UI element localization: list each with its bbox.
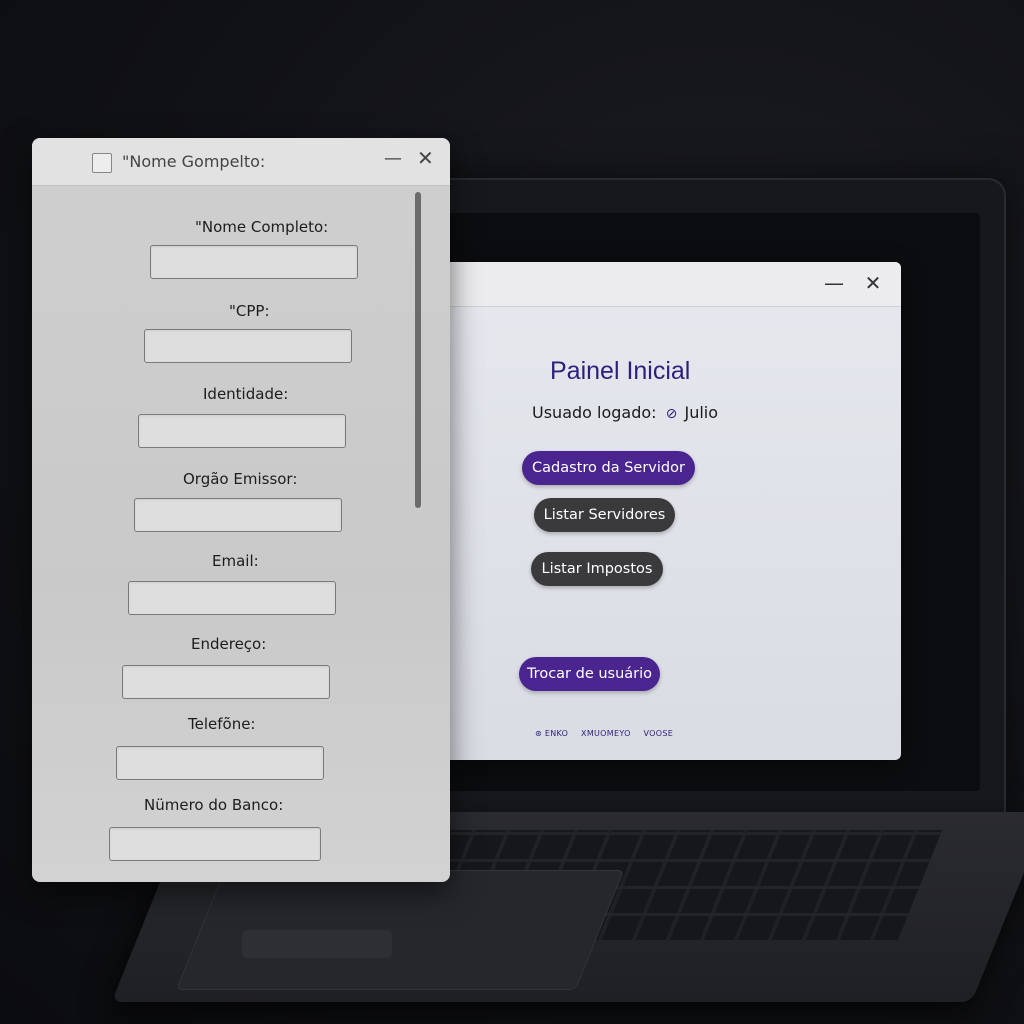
minimize-button[interactable]: — [384, 148, 402, 169]
footer-item: ⊛ ENKO [535, 729, 569, 738]
telefone-input[interactable] [116, 746, 324, 780]
email-input[interactable] [128, 581, 336, 615]
cadastro-servidor-button[interactable]: Cadastro da Servidor [522, 451, 695, 485]
cpp-label: "CPP: [229, 302, 270, 320]
logged-user-name: Julio [684, 403, 719, 422]
endereco-input[interactable] [122, 665, 330, 699]
listar-servidores-button[interactable]: Listar Servidores [534, 498, 675, 532]
telefone-label: Telefõne: [188, 715, 256, 733]
dashboard-footer: ⊛ ENKO XMUOMEYO VOOSE [535, 729, 683, 738]
laptop-notch [242, 930, 392, 958]
footer-item: XMUOMEYO [581, 729, 631, 738]
dashboard-titlebar[interactable]: — ✕ [415, 262, 901, 307]
numero-banco-label: Nümero do Banco: [144, 796, 284, 814]
trocar-usuario-button[interactable]: Trocar de usuário [519, 657, 660, 691]
scrollbar-thumb[interactable] [415, 192, 421, 508]
identidade-label: Identidade: [203, 385, 289, 403]
logged-user-label: Usuado logado: [532, 403, 657, 422]
minimize-button[interactable]: — [823, 272, 845, 294]
form-window: "Nome Gompelto: — ✕ "Nome Completo: "CPP… [32, 138, 450, 882]
page-title: Painel Inicial [550, 357, 691, 385]
identidade-input[interactable] [138, 414, 346, 448]
close-button[interactable]: ✕ [417, 146, 434, 170]
checkbox[interactable] [92, 153, 112, 173]
close-button[interactable]: ✕ [862, 272, 884, 294]
logged-user: Usuado logado: ⊘ Julio [532, 403, 718, 422]
footer-item: VOOSE [643, 729, 674, 738]
form-title: "Nome Gompelto: [122, 152, 266, 171]
user-icon: ⊘ [665, 406, 678, 422]
dashboard-window: — ✕ Painel Inicial Usuado logado: ⊘ Juli… [415, 262, 901, 760]
touchpad [175, 870, 625, 990]
email-label: Email: [212, 552, 259, 570]
numero-banco-input[interactable] [109, 827, 321, 861]
cpp-input[interactable] [144, 329, 352, 363]
endereco-label: Endereço: [191, 635, 267, 653]
listar-impostos-button[interactable]: Listar Impostos [531, 552, 663, 586]
form-titlebar[interactable]: "Nome Gompelto: — ✕ [32, 138, 450, 186]
orgao-emissor-input[interactable] [134, 498, 342, 532]
nome-completo-input[interactable] [150, 245, 358, 279]
orgao-emissor-label: Orgão Emissor: [183, 470, 298, 488]
nome-completo-label: "Nome Completo: [195, 218, 329, 236]
